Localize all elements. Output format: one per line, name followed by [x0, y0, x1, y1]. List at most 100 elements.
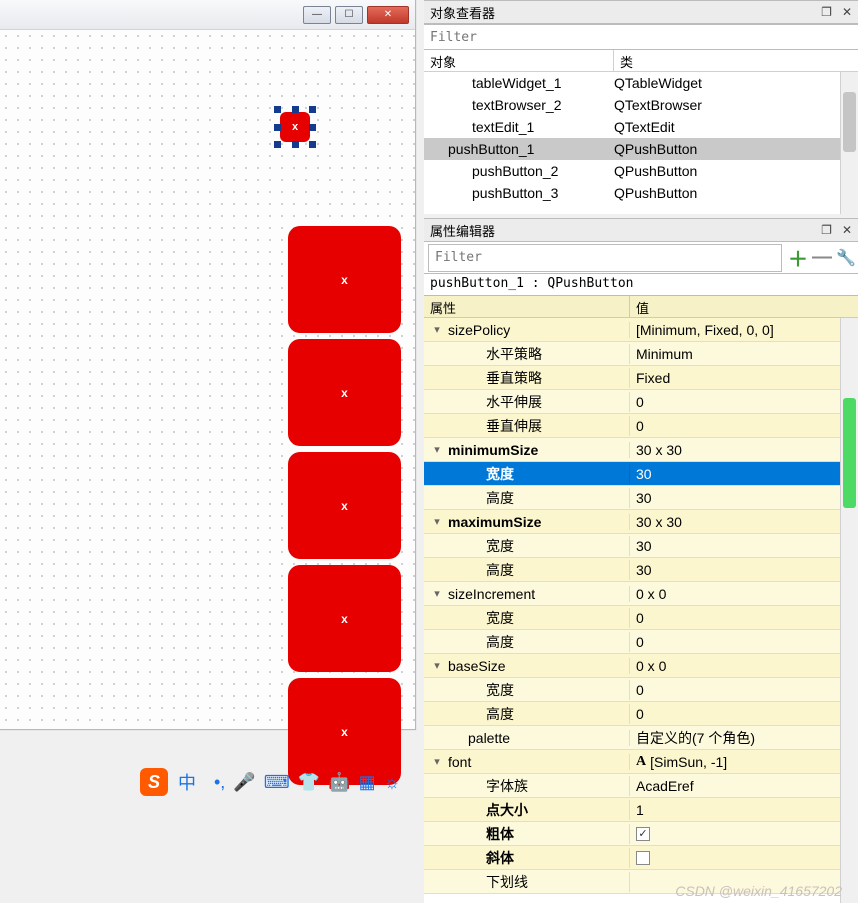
- property-value: 0 x 0: [636, 586, 666, 602]
- property-value: 30 x 30: [636, 442, 682, 458]
- property-value: 自定义的(7 个角色): [636, 728, 755, 748]
- expand-icon[interactable]: ▾: [430, 515, 444, 528]
- property-row[interactable]: ▾ sizePolicy [Minimum, Fixed, 0, 0]: [424, 318, 858, 342]
- expand-icon[interactable]: ▾: [430, 755, 444, 768]
- pushbutton-1[interactable]: x: [280, 112, 310, 142]
- property-row[interactable]: 宽度 30: [424, 462, 858, 486]
- object-filter-input[interactable]: [424, 24, 858, 50]
- undock-icon[interactable]: ❐: [821, 5, 832, 19]
- property-row[interactable]: 宽度30: [424, 534, 858, 558]
- property-list[interactable]: ▾ sizePolicy [Minimum, Fixed, 0, 0] 水平策略Min…: [424, 318, 858, 903]
- window-titlebar: — ☐ ✕: [0, 0, 415, 30]
- col-property[interactable]: 属性: [424, 296, 630, 317]
- property-value: 30 x 30: [636, 514, 682, 530]
- object-tree-row[interactable]: textBrowser_2QTextBrowser: [424, 94, 858, 116]
- expand-icon[interactable]: ▾: [430, 443, 444, 456]
- property-row[interactable]: ▾sizeIncrement0 x 0: [424, 582, 858, 606]
- property-label: 粗体: [448, 824, 514, 844]
- ime-tool-icon[interactable]: ⌨: [264, 772, 290, 792]
- property-value: 30: [636, 562, 652, 578]
- undock-icon[interactable]: ❐: [821, 223, 832, 237]
- property-row[interactable]: 宽度0: [424, 606, 858, 630]
- property-value: Fixed: [636, 370, 670, 386]
- remove-property-button[interactable]: —: [810, 246, 834, 270]
- property-row[interactable]: 字体族AcadEref: [424, 774, 858, 798]
- font-icon: A: [636, 754, 646, 770]
- property-row[interactable]: 高度0: [424, 702, 858, 726]
- large-pushbutton[interactable]: x: [288, 339, 401, 446]
- checkbox[interactable]: [636, 851, 650, 865]
- ime-tool-icon[interactable]: •,: [214, 772, 225, 792]
- expand-icon[interactable]: ▾: [430, 659, 444, 672]
- property-label: 高度: [448, 704, 514, 724]
- widget-label: x: [292, 121, 298, 133]
- property-label: 宽度: [448, 536, 514, 556]
- property-row[interactable]: 水平伸展0: [424, 390, 858, 414]
- design-surface[interactable]: x xxxxx: [0, 30, 415, 729]
- col-class[interactable]: 类: [614, 50, 639, 71]
- ime-tool-icon[interactable]: 🎤: [233, 772, 255, 792]
- property-row[interactable]: 点大小1: [424, 798, 858, 822]
- col-value[interactable]: 值: [630, 296, 655, 317]
- object-scrollbar[interactable]: [840, 72, 858, 214]
- property-label: 下划线: [448, 872, 528, 892]
- panel-title: 属性编辑器: [430, 221, 495, 240]
- ime-tool-icon[interactable]: 🤖: [328, 772, 350, 792]
- expand-icon[interactable]: ▾: [430, 323, 444, 336]
- minimize-button[interactable]: —: [303, 6, 331, 24]
- property-label: 宽度: [448, 680, 514, 700]
- property-row[interactable]: 垂直策略 Fixed: [424, 366, 858, 390]
- large-pushbutton[interactable]: x: [288, 565, 401, 672]
- object-tree-row[interactable]: pushButton_3QPushButton: [424, 182, 858, 204]
- ime-tool-icon[interactable]: 👕: [298, 772, 320, 792]
- expand-icon[interactable]: ▾: [430, 587, 444, 600]
- property-label: minimumSize: [448, 442, 538, 458]
- ime-tool-icon[interactable]: ☼: [384, 772, 401, 792]
- ime-logo[interactable]: S: [140, 768, 168, 796]
- property-label: 字体族: [448, 776, 528, 796]
- ime-lang[interactable]: 中: [178, 769, 196, 795]
- property-label: 宽度: [448, 464, 514, 484]
- property-value: Minimum: [636, 346, 693, 362]
- object-list[interactable]: tableWidget_1QTableWidgettextBrowser_2QT…: [424, 72, 858, 214]
- large-pushbutton[interactable]: x: [288, 452, 401, 559]
- object-tree-row[interactable]: textEdit_1QTextEdit: [424, 116, 858, 138]
- ime-tool-icon[interactable]: ▦: [359, 772, 376, 792]
- object-tree-row[interactable]: pushButton_2QPushButton: [424, 160, 858, 182]
- large-pushbutton[interactable]: x: [288, 226, 401, 333]
- property-row[interactable]: 高度30: [424, 558, 858, 582]
- property-row[interactable]: 斜体: [424, 846, 858, 870]
- property-row[interactable]: ▾ minimumSize 30 x 30: [424, 438, 858, 462]
- property-row[interactable]: 垂直伸展0: [424, 414, 858, 438]
- close-icon[interactable]: ✕: [842, 5, 852, 19]
- property-label: sizePolicy: [448, 322, 510, 338]
- add-property-button[interactable]: ＋: [786, 246, 810, 270]
- panel-title: 对象查看器: [430, 3, 495, 22]
- property-row[interactable]: 宽度0: [424, 678, 858, 702]
- property-scrollbar[interactable]: [840, 318, 858, 903]
- property-label: 高度: [448, 488, 514, 508]
- property-row[interactable]: 粗体 ✓: [424, 822, 858, 846]
- object-tree-row[interactable]: pushButton_1QPushButton: [424, 138, 858, 160]
- close-button[interactable]: ✕: [367, 6, 409, 24]
- checkbox[interactable]: ✓: [636, 827, 650, 841]
- property-filter-input[interactable]: [428, 244, 782, 272]
- property-row[interactable]: 高度0: [424, 630, 858, 654]
- property-row[interactable]: 水平策略Minimum: [424, 342, 858, 366]
- object-inspector-panel: 对象查看器 ❐ ✕ 对象 类 tableWidget_1QTableWidget…: [424, 0, 858, 214]
- property-row[interactable]: ▾baseSize0 x 0: [424, 654, 858, 678]
- close-icon[interactable]: ✕: [842, 223, 852, 237]
- property-row[interactable]: ▾fontA[SimSun, -1]: [424, 750, 858, 774]
- property-row[interactable]: palette自定义的(7 个角色): [424, 726, 858, 750]
- property-row[interactable]: ▾maximumSize30 x 30: [424, 510, 858, 534]
- property-value: [Minimum, Fixed, 0, 0]: [636, 322, 774, 338]
- object-tree-row[interactable]: tableWidget_1QTableWidget: [424, 72, 858, 94]
- settings-icon[interactable]: 🔧: [834, 246, 858, 270]
- col-object[interactable]: 对象: [424, 50, 614, 71]
- property-value: 30: [636, 466, 652, 482]
- maximize-button[interactable]: ☐: [335, 6, 363, 24]
- property-toolbar: ＋ — 🔧: [424, 242, 858, 274]
- property-label: 垂直策略: [448, 368, 542, 388]
- property-label: 宽度: [448, 608, 514, 628]
- property-row[interactable]: 高度30: [424, 486, 858, 510]
